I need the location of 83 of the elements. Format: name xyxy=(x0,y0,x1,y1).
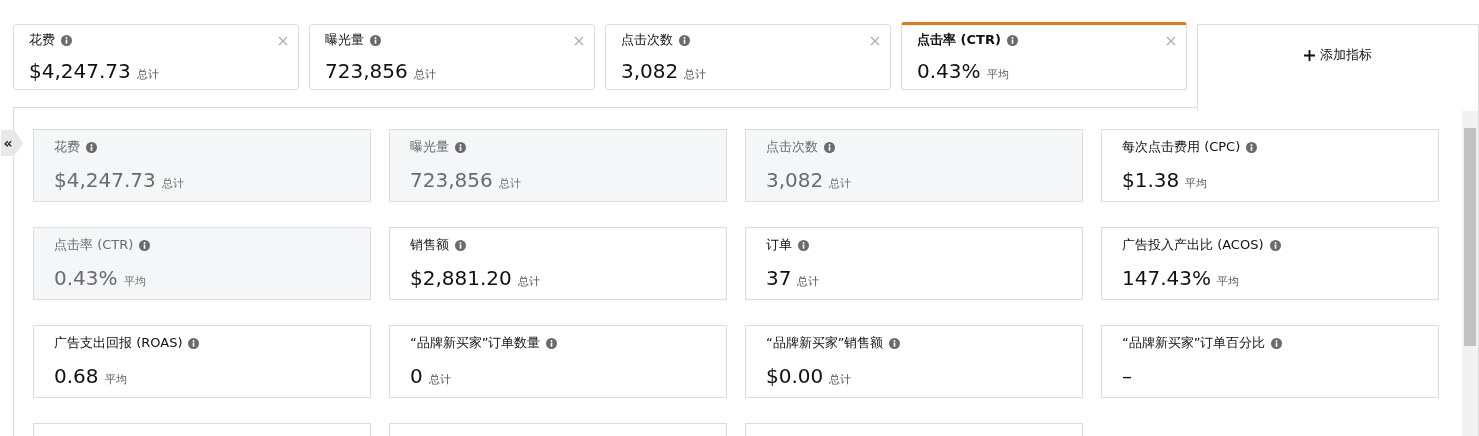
info-icon[interactable] xyxy=(61,34,72,46)
metric-label: 点击率 (CTR) xyxy=(917,31,1001,49)
metric-unit: 总计 xyxy=(413,67,436,82)
metric-value: 0.68 xyxy=(54,364,99,388)
metric-value: – xyxy=(1122,364,1132,388)
metric-value: 723,856 xyxy=(410,168,493,192)
metric-value: 0.43% xyxy=(917,59,981,83)
info-icon[interactable] xyxy=(546,337,558,349)
metric-card[interactable]: 曝光量 723,856 总计 xyxy=(389,129,727,202)
metric-label: 点击率 (CTR) xyxy=(54,236,134,254)
info-icon[interactable] xyxy=(139,239,151,251)
metric-value: 3,082 xyxy=(621,59,679,83)
metric-card[interactable]: 花费 $4,247.73 总计 xyxy=(33,129,371,202)
metric-label: 花费 xyxy=(29,31,55,49)
metric-unit: 平均 xyxy=(123,274,146,289)
metric-card[interactable]: 销售额 $2,881.20 总计 xyxy=(389,227,727,300)
metric-unit: 总计 xyxy=(136,67,159,82)
metric-unit: 总计 xyxy=(498,176,521,191)
info-icon[interactable] xyxy=(86,141,97,153)
info-icon[interactable] xyxy=(188,337,200,349)
metric-card[interactable]: “品牌新买家”订单数量 0 总计 xyxy=(389,325,727,398)
metric-unit: 平均 xyxy=(1217,274,1239,289)
info-icon[interactable] xyxy=(455,141,466,153)
metric-value: $0.00 xyxy=(766,364,824,388)
metric-value: 0.43% xyxy=(54,266,118,290)
metric-card[interactable]: 广告投入产出比 (ACOS) 147.43% 平均 xyxy=(1101,227,1439,300)
metric-card[interactable]: 每次点击费用 (CPC) $1.38 平均 xyxy=(1101,129,1439,202)
metric-label: 曝光量 xyxy=(325,31,364,49)
info-icon[interactable] xyxy=(1006,34,1018,46)
info-icon[interactable] xyxy=(889,337,901,349)
info-icon[interactable] xyxy=(370,34,381,46)
metric-unit: 总计 xyxy=(684,67,707,82)
metric-label: “品牌新买家”订单数量 xyxy=(410,334,541,352)
metric-label: 曝光量 xyxy=(410,138,449,156)
metric-unit: 总计 xyxy=(829,372,852,387)
info-icon[interactable] xyxy=(679,34,690,46)
metric-unit: 总计 xyxy=(829,176,852,191)
metric-value: 3,082 xyxy=(766,168,824,192)
metric-unit: 总计 xyxy=(161,176,184,191)
metric-tab[interactable]: 曝光量 723,856 总计 xyxy=(309,24,595,90)
metric-card[interactable]: 订单 37 总计 xyxy=(745,227,1083,300)
metric-value: $4,247.73 xyxy=(54,168,156,192)
metric-tab[interactable]: 点击率 (CTR) 0.43% 平均 xyxy=(901,22,1187,90)
info-icon[interactable] xyxy=(455,239,466,251)
metric-unit: 平均 xyxy=(104,372,127,387)
add-metric-button[interactable]: 添加指标 xyxy=(1300,42,1376,68)
collapse-button[interactable]: « xyxy=(1,130,23,156)
metric-unit: 总计 xyxy=(797,274,820,289)
metric-unit: 总计 xyxy=(517,274,540,289)
metric-label: 销售额 xyxy=(410,236,449,254)
metric-unit: 平均 xyxy=(986,67,1009,82)
metric-value: 147.43% xyxy=(1122,266,1211,290)
metric-label: 点击次数 xyxy=(621,31,673,49)
metric-label: 每次点击费用 (CPC) xyxy=(1122,138,1241,156)
metric-label: “品牌新买家”订单百分比 xyxy=(1122,334,1266,352)
metric-label: 广告支出回报 (ROAS) xyxy=(54,334,183,352)
metric-value: $2,881.20 xyxy=(410,266,512,290)
info-icon[interactable] xyxy=(798,239,809,251)
metric-tab[interactable]: 花费 $4,247.73 总计 xyxy=(13,24,299,90)
metric-label: 点击次数 xyxy=(766,138,818,156)
metric-card[interactable]: “品牌新买家”订单百分比 – xyxy=(1101,325,1439,398)
info-icon[interactable] xyxy=(824,141,835,153)
metric-label: 广告投入产出比 (ACOS) xyxy=(1122,236,1264,254)
metric-value: $4,247.73 xyxy=(29,59,131,83)
scrollbar[interactable] xyxy=(1462,108,1478,436)
metric-label: 订单 xyxy=(766,236,792,254)
info-icon[interactable] xyxy=(1271,337,1283,349)
metric-value: 0 xyxy=(410,364,423,388)
info-icon[interactable] xyxy=(1269,239,1281,251)
metric-value: 723,856 xyxy=(325,59,408,83)
metric-label: 花费 xyxy=(54,138,80,156)
metric-value: 37 xyxy=(766,266,792,290)
metric-tab[interactable]: 点击次数 3,082 总计 xyxy=(605,24,891,90)
metric-label: “品牌新买家”销售额 xyxy=(766,334,884,352)
metric-card[interactable]: 点击次数 3,082 总计 xyxy=(745,129,1083,202)
metric-card[interactable]: “品牌新买家”销售额 $0.00 总计 xyxy=(745,325,1083,398)
plus-icon xyxy=(1304,49,1315,61)
metric-unit: 总计 xyxy=(428,372,451,387)
info-icon[interactable] xyxy=(1246,141,1258,153)
metric-card[interactable]: 广告支出回报 (ROAS) 0.68 平均 xyxy=(33,325,371,398)
metric-unit: 平均 xyxy=(1185,176,1208,191)
metric-card[interactable]: 点击率 (CTR) 0.43% 平均 xyxy=(33,227,371,300)
metric-value: $1.38 xyxy=(1122,168,1180,192)
